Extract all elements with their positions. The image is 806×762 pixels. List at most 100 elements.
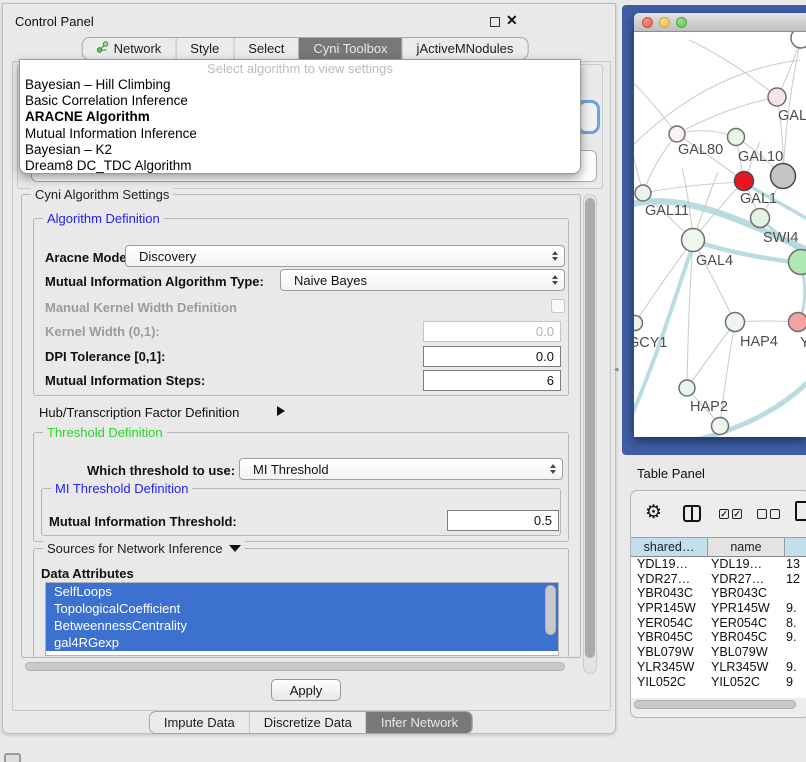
network-canvas[interactable]: GALGAL80GAL10GAL1GAL11SWI4GAL4GCY1HAP4YH… [634,32,806,437]
network-node[interactable] [728,129,745,146]
table-row[interactable]: YIL052CYIL052C9 [631,675,806,690]
network-node[interactable] [791,32,806,48]
tab-discretize-data[interactable]: Discretize Data [249,712,366,733]
tab-cyni-toolbox[interactable]: Cyni Toolbox [298,38,401,59]
table-row[interactable]: YDR27…YDR27…12 [631,572,806,587]
network-node[interactable] [712,418,729,435]
network-node[interactable] [789,313,806,332]
minimize-button[interactable] [659,17,670,28]
network-edge[interactable] [643,182,744,193]
table-row[interactable]: YPR145WYPR145W9. [631,601,806,616]
table-row[interactable]: YDL19…YDL19…13 [631,557,806,572]
mi-threshold-title: MI Threshold Definition [51,481,192,496]
network-node[interactable] [771,164,796,189]
network-node[interactable] [679,380,695,396]
screen: Control Panel ✕ Network Style Select Cyn… [0,0,806,762]
mi-threshold-field[interactable] [447,510,559,531]
dropdown-placeholder: Select algorithm to view settings [20,60,580,77]
network-node-label: HAP2 [690,399,728,415]
control-panel-window: Control Panel ✕ Network Style Select Cyn… [2,3,616,734]
manual-kernel-checkbox[interactable] [551,299,565,313]
column-header-name[interactable]: name [708,538,785,556]
network-node[interactable] [768,88,786,106]
table-row[interactable]: YBR043CYBR043C [631,586,806,601]
hub-definition-label: Hub/Transcription Factor Definition [39,405,239,420]
sources-title: Sources for Network Inference [47,541,223,556]
network-edge[interactable] [643,134,677,193]
table-row[interactable]: YBL079WYBL079W [631,645,806,660]
dropdown-item[interactable]: Bayesian – K2 [20,142,580,158]
scrollbar-thumb[interactable] [585,198,595,658]
network-node[interactable] [789,250,806,275]
network-edge[interactable] [634,128,643,193]
tab-impute-data[interactable]: Impute Data [150,712,249,733]
float-window-icon[interactable] [490,17,500,27]
network-node[interactable] [726,313,745,332]
table-row[interactable]: YLR345WYLR345W9. [631,660,806,675]
network-edge[interactable] [635,240,693,323]
tab-style[interactable]: Style [175,38,233,59]
list-item[interactable]: TopologicalCoefficient [46,600,558,617]
dpi-tolerance-field[interactable] [423,346,561,367]
network-node[interactable] [735,172,754,191]
unchecked-checkbox-icon[interactable] [757,509,767,519]
network-edge[interactable] [687,322,735,388]
dropdown-item-selected[interactable]: ARACNE Algorithm [20,109,580,125]
column-header-partial[interactable] [785,538,806,556]
unchecked-checkbox-icon[interactable] [770,509,780,519]
network-node[interactable] [635,185,651,201]
checked-checkbox-icon[interactable]: ✓ [719,509,729,519]
network-edge[interactable] [689,40,777,97]
tab-select[interactable]: Select [233,38,298,59]
collapse-down-icon[interactable] [229,545,241,552]
table-horizontal-scrollbar[interactable] [634,700,796,709]
network-window-titlebar[interactable] [634,13,806,32]
table-row[interactable]: YER054CYER054C8. [631,616,806,631]
column-header-shared-name[interactable]: shared… [631,538,708,556]
combo-stepper-focus[interactable] [580,103,597,131]
apply-button[interactable]: Apply [271,679,341,701]
dropdown-item[interactable]: Dream8 DC_TDC Algorithm [20,158,580,174]
dropdown-item[interactable]: Mutual Information Inference [20,126,580,142]
which-threshold-select[interactable]: MI Threshold [239,458,563,480]
tab-infer-network[interactable]: Infer Network [366,712,472,733]
columns-icon[interactable] [683,505,701,522]
dropdown-item[interactable]: Bayesian – Hill Climbing [20,77,580,93]
settings-horizontal-scrollbar[interactable] [25,662,565,671]
network-node[interactable] [682,229,705,252]
aracne-mode-label: Aracne Mode: [45,250,131,265]
zoom-button[interactable] [676,17,687,28]
list-scrollbar[interactable] [545,585,556,635]
settings-vertical-scrollbar[interactable] [583,194,597,674]
dpi-tolerance-label: DPI Tolerance [0,1]: [45,349,165,364]
aracne-mode-select[interactable]: Discovery [125,245,565,267]
mi-steps-field[interactable] [423,370,561,391]
network-node[interactable] [669,126,685,142]
list-item[interactable]: BetweennessCentrality [46,617,558,634]
tab-network[interactable]: Network [83,38,176,59]
kernel-width-field[interactable] [423,321,561,342]
close-icon[interactable]: ✕ [506,12,518,29]
network-node[interactable] [634,316,643,331]
list-item[interactable]: SelfLoops [46,583,558,600]
table-row[interactable]: YBR045CYBR045C9. [631,630,806,645]
panel-splitter-icon[interactable]: ◂ [614,364,619,375]
document-icon[interactable] [795,501,806,521]
table-body: YDL19…YDL19…13YDR27…YDR27…12YBR043CYBR04… [631,557,806,698]
table-header: shared… name [631,537,806,557]
network-edge[interactable] [677,97,777,134]
network-node[interactable] [751,209,770,228]
network-node-label: GCY1 [634,335,668,351]
gear-icon[interactable]: ⚙ [645,501,662,524]
list-item[interactable]: gal4RGexp [46,634,558,651]
tab-jactivemnodules[interactable]: jActiveMNodules [402,38,528,59]
corner-button[interactable] [4,753,21,762]
mi-type-select[interactable]: Naive Bayes [280,269,565,291]
network-edge[interactable] [783,38,801,176]
table-panel-box: ⚙ ✓ ✓ shared… name YDL19…YDL19…13YDR27…Y… [630,490,806,718]
expand-right-icon[interactable] [277,406,285,416]
checked-checkbox-icon[interactable]: ✓ [732,509,742,519]
dropdown-item[interactable]: Basic Correlation Inference [20,93,580,109]
close-button[interactable] [642,17,653,28]
data-attributes-list: SelfLoops TopologicalCoefficient Between… [45,582,559,656]
